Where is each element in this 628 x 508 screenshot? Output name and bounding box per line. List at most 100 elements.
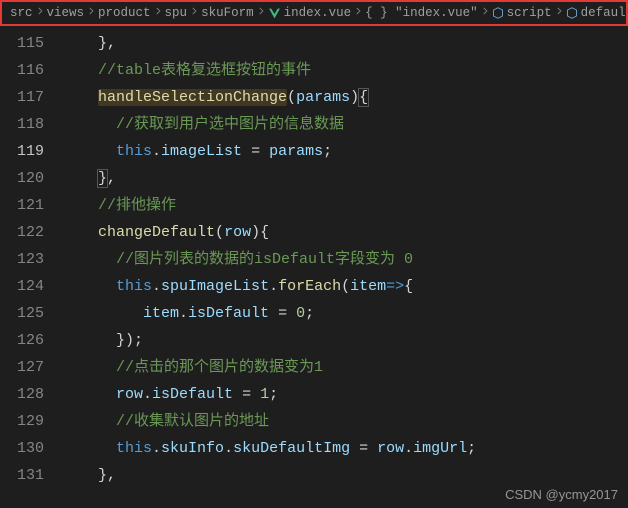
line-number: 117: [0, 84, 44, 111]
breadcrumb-label: product: [98, 6, 151, 20]
breadcrumb-item[interactable]: src: [10, 6, 33, 20]
code-line[interactable]: changeDefault(row){: [62, 219, 628, 246]
code-token: spuImageList: [161, 278, 269, 295]
line-number: 131: [0, 462, 44, 489]
code-line[interactable]: //获取到用户选中图片的信息数据: [62, 111, 628, 138]
breadcrumb-item[interactable]: { } "index.vue": [365, 6, 478, 20]
code-token: row: [116, 386, 143, 403]
line-number: 128: [0, 381, 44, 408]
code-token: (: [215, 224, 224, 241]
line-number-gutter: 1151161171181191201211221231241251261271…: [0, 26, 62, 508]
cube-icon: [492, 7, 504, 19]
line-number: 120: [0, 165, 44, 192]
line-number: 127: [0, 354, 44, 381]
line-number: 122: [0, 219, 44, 246]
code-token: },: [98, 35, 116, 52]
code-token: //获取到用户选中图片的信息数据: [116, 116, 344, 133]
code-token: imageList: [161, 143, 242, 160]
line-number: 123: [0, 246, 44, 273]
breadcrumb-label: index.vue: [284, 6, 352, 20]
breadcrumb-label: skuForm: [201, 6, 254, 20]
code-token: ,: [107, 170, 116, 187]
code-token: this: [116, 143, 152, 160]
code-token: row: [377, 440, 404, 457]
code-line[interactable]: },: [62, 165, 628, 192]
breadcrumb-separator-icon: [189, 6, 199, 20]
code-token: ;: [467, 440, 476, 457]
code-token: row: [224, 224, 251, 241]
code-token: skuDefaultImg: [233, 440, 350, 457]
code-line[interactable]: //排他操作: [62, 192, 628, 219]
line-number: 124: [0, 273, 44, 300]
breadcrumb-label: spu: [165, 6, 188, 20]
code-token: skuInfo: [161, 440, 224, 457]
code-token: handleSelectionChange: [98, 89, 287, 106]
breadcrumb-item[interactable]: spu: [165, 6, 188, 20]
code-token: {: [260, 224, 269, 241]
breadcrumb-separator-icon: [35, 6, 45, 20]
code-line[interactable]: //收集默认图片的地址: [62, 408, 628, 435]
code-line[interactable]: handleSelectionChange(params){: [62, 84, 628, 111]
code-line[interactable]: this.skuInfo.skuDefaultImg = row.imgUrl;: [62, 435, 628, 462]
code-token: item: [350, 278, 386, 295]
breadcrumb-label: { } "index.vue": [365, 6, 478, 20]
code-line[interactable]: this.imageList = params;: [62, 138, 628, 165]
breadcrumb-item[interactable]: views: [47, 6, 85, 20]
code-token: },: [98, 467, 116, 484]
breadcrumb-item[interactable]: script: [492, 6, 552, 20]
code-token: .: [143, 386, 152, 403]
code-token: .: [152, 278, 161, 295]
code-token: .: [152, 143, 161, 160]
code-token: .: [224, 440, 233, 457]
code-token: imgUrl: [413, 440, 467, 457]
code-token: ;: [323, 143, 332, 160]
line-number: 119: [0, 138, 44, 165]
code-token: //点击的那个图片的数据变为1: [116, 359, 323, 376]
code-line[interactable]: item.isDefault = 0;: [62, 300, 628, 327]
code-token: =: [269, 305, 296, 322]
code-token: params: [269, 143, 323, 160]
code-token: .: [269, 278, 278, 295]
breadcrumb-item[interactable]: default: [566, 6, 628, 20]
code-token: //图片列表的数据的isDefault字段变为 0: [116, 251, 413, 268]
line-number: 118: [0, 111, 44, 138]
breadcrumb-item[interactable]: skuForm: [201, 6, 254, 20]
code-line[interactable]: //table表格复选框按钮的事件: [62, 57, 628, 84]
code-area[interactable]: }, //table表格复选框按钮的事件 handleSelectionChan…: [62, 26, 628, 508]
breadcrumb-item[interactable]: index.vue: [268, 6, 352, 20]
line-number: 115: [0, 30, 44, 57]
line-number: 125: [0, 300, 44, 327]
code-line[interactable]: },: [62, 30, 628, 57]
code-token: changeDefault: [98, 224, 215, 241]
code-token: forEach: [278, 278, 341, 295]
code-token: 0: [296, 305, 305, 322]
code-line[interactable]: this.spuImageList.forEach(item=>{: [62, 273, 628, 300]
code-token: }: [98, 170, 107, 187]
code-line[interactable]: },: [62, 462, 628, 489]
breadcrumb-separator-icon: [353, 6, 363, 20]
breadcrumb-bar: src views product spu skuForm index.vue { } "i…: [0, 0, 628, 26]
code-line[interactable]: });: [62, 327, 628, 354]
code-token: =>: [386, 278, 404, 295]
breadcrumb-item[interactable]: product: [98, 6, 151, 20]
code-token: {: [404, 278, 413, 295]
code-token: });: [116, 332, 143, 349]
code-line[interactable]: row.isDefault = 1;: [62, 381, 628, 408]
line-number: 126: [0, 327, 44, 354]
breadcrumb-separator-icon: [554, 6, 564, 20]
code-token: //收集默认图片的地址: [116, 413, 269, 430]
code-token: //排他操作: [98, 197, 176, 214]
breadcrumb-label: default: [581, 6, 628, 20]
code-editor[interactable]: 1151161171181191201211221231241251261271…: [0, 26, 628, 508]
code-token: item: [143, 305, 179, 322]
code-token: ): [350, 89, 359, 106]
watermark: CSDN @ycmy2017: [505, 487, 618, 502]
code-token: 1: [260, 386, 269, 403]
code-token: isDefault: [152, 386, 233, 403]
code-token: this: [116, 278, 152, 295]
line-number: 130: [0, 435, 44, 462]
breadcrumb-separator-icon: [256, 6, 266, 20]
code-line[interactable]: //点击的那个图片的数据变为1: [62, 354, 628, 381]
breadcrumb-label: views: [47, 6, 85, 20]
code-line[interactable]: //图片列表的数据的isDefault字段变为 0: [62, 246, 628, 273]
